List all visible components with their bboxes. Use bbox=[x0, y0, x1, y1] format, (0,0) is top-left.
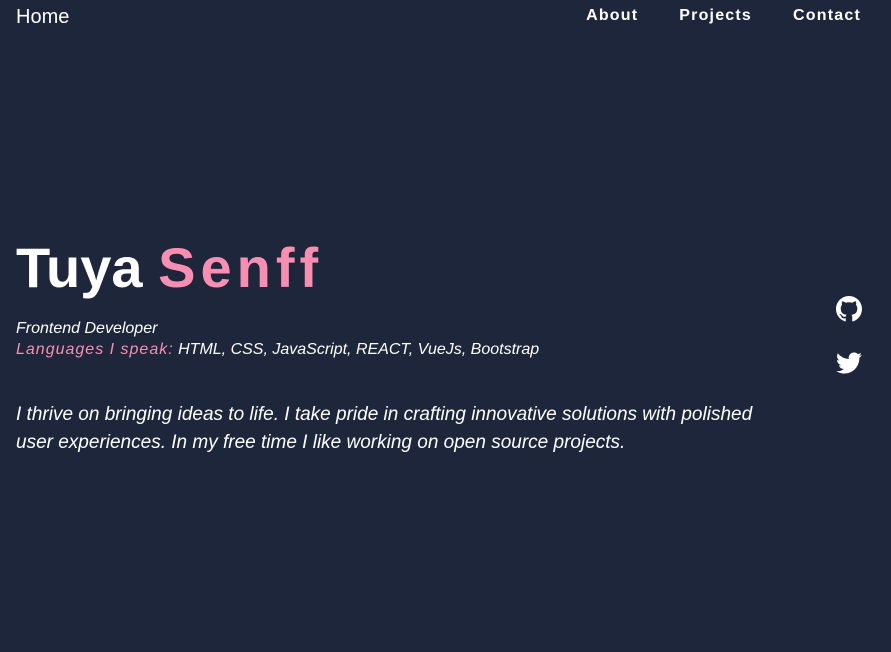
hero-name: Tuya Senff bbox=[16, 236, 323, 300]
languages-line: Languages I speak: HTML, CSS, JavaScript… bbox=[16, 340, 539, 360]
role-title: Frontend Developer bbox=[16, 320, 158, 337]
nav-link-projects[interactable]: Projects bbox=[679, 6, 752, 26]
nav-home-link[interactable]: Home bbox=[16, 6, 69, 28]
bio-text: I thrive on bringing ideas to life. I ta… bbox=[16, 404, 753, 453]
portfolio-page: Home About Projects Contact Tuya Senff F… bbox=[0, 0, 891, 652]
twitter-icon bbox=[836, 352, 862, 374]
github-link[interactable] bbox=[836, 296, 862, 322]
languages-label: Languages I speak: bbox=[16, 341, 174, 358]
languages-list: HTML, CSS, JavaScript, REACT, VueJs, Boo… bbox=[178, 341, 540, 358]
social-links bbox=[836, 296, 862, 376]
twitter-link[interactable] bbox=[836, 350, 862, 376]
first-name: Tuya bbox=[16, 236, 143, 299]
github-icon bbox=[836, 296, 862, 322]
nav-link-contact[interactable]: Contact bbox=[793, 6, 861, 26]
top-nav: About Projects Contact bbox=[586, 6, 861, 26]
nav-link-about[interactable]: About bbox=[586, 6, 638, 26]
last-name: Senff bbox=[158, 236, 324, 299]
